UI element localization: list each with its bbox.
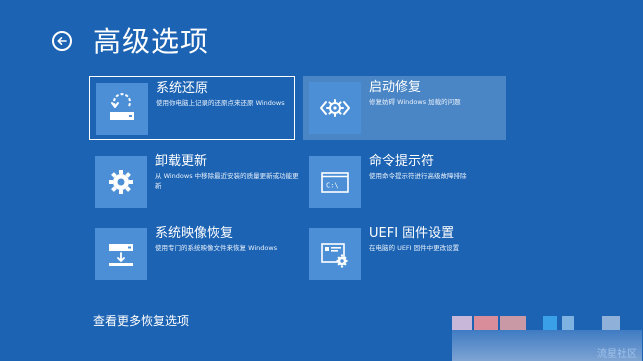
option-title: 系统还原 [156, 81, 209, 96]
gear-icon [109, 170, 133, 194]
option-title: UEFI 固件设置 [369, 226, 455, 241]
page-title: 高级选项 [93, 25, 210, 58]
option-uninstall-updates[interactable]: 卸载更新 从 Windows 中移除最近安装的质量更新或功能更新 [89, 150, 299, 214]
back-arrow-icon [57, 37, 67, 45]
option-description: 修复妨碍 Windows 加载的问题 [369, 98, 461, 106]
command-prompt-icon: C:\ [321, 172, 349, 193]
option-description: 使用专门的系统映像文件来恢复 Windows [155, 244, 278, 252]
option-command-prompt[interactable]: C:\ 命令提示符 使用命令提示符进行高级故障排除 [303, 150, 506, 214]
see-more-recovery-options-link[interactable]: 查看更多恢复选项 [93, 313, 189, 330]
svg-text:C:\: C:\ [326, 182, 339, 190]
option-title: 系统映像恢复 [155, 226, 234, 241]
blurred-region [474, 316, 498, 330]
option-system-restore[interactable]: 系统还原 使用你电脑上记录的还原点来还原 Windows [89, 76, 295, 140]
option-tile [95, 228, 147, 280]
option-description: 在电脑的 UEFI 固件中更改设置 [369, 244, 460, 252]
option-startup-repair[interactable]: 启动修复 修复妨碍 Windows 加载的问题 [303, 76, 506, 140]
blurred-region [602, 316, 620, 330]
back-button[interactable] [52, 31, 72, 51]
option-title: 卸载更新 [155, 154, 208, 169]
option-title: 启动修复 [369, 80, 422, 95]
system-restore-icon [110, 93, 134, 120]
blurred-region [452, 316, 472, 330]
option-description: 使用命令提示符进行高级故障排除 [369, 172, 467, 180]
option-system-image-recovery[interactable]: 系统映像恢复 使用专门的系统映像文件来恢复 Windows [89, 222, 295, 286]
option-tile [309, 228, 361, 280]
blurred-region [562, 316, 574, 330]
option-tile [96, 83, 148, 135]
option-title: 命令提示符 [369, 154, 435, 169]
option-tile [95, 156, 147, 208]
uefi-firmware-icon [321, 243, 348, 268]
advanced-options-screen: 高级选项 系统还原 使用你电脑上记录的还原点来还原 Windows 启动修复 修… [0, 0, 643, 361]
blurred-region [500, 316, 526, 330]
blurred-region [543, 316, 557, 330]
option-uefi-firmware-settings[interactable]: UEFI 固件设置 在电脑的 UEFI 固件中更改设置 [303, 222, 506, 286]
option-tile [309, 82, 361, 134]
watermark-text: 流星社区 [597, 349, 637, 360]
startup-repair-icon [320, 99, 350, 117]
option-description: 使用你电脑上记录的还原点来还原 Windows [156, 99, 285, 107]
option-tile: C:\ [309, 156, 361, 208]
system-image-icon [109, 244, 133, 266]
option-description: 从 Windows 中移除最近安装的质量更新或功能更新 [155, 172, 299, 190]
